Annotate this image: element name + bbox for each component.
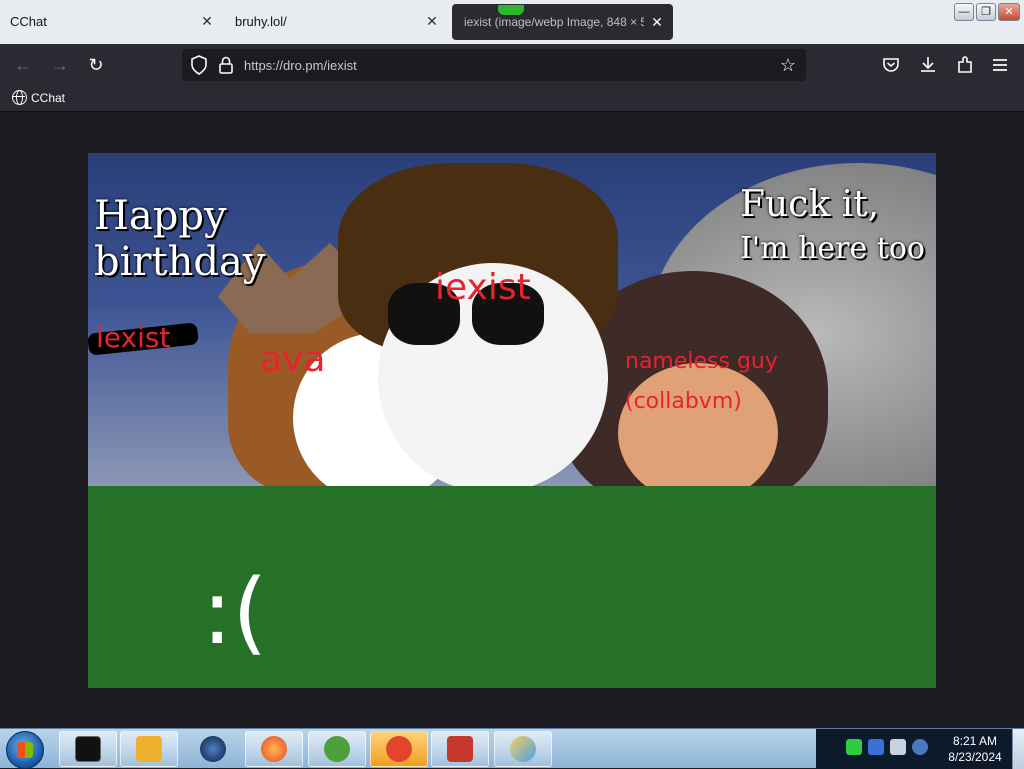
forward-arrow-icon[interactable]: → xyxy=(48,53,72,77)
monitor-icon[interactable] xyxy=(890,739,906,755)
extensions-icon[interactable] xyxy=(955,55,975,75)
tab-strip: CChat ✕ bruhy.lol/ ✕ iexist (image/webp … xyxy=(0,0,1024,44)
taskbar-film[interactable] xyxy=(308,731,366,767)
close-icon[interactable]: ✕ xyxy=(198,12,216,30)
label-ava: ava xyxy=(260,339,326,380)
globe-app-icon xyxy=(200,736,226,762)
happy-birthday-text: Happy birthday xyxy=(94,193,266,285)
close-window-button[interactable]: ✕ xyxy=(998,3,1020,21)
security-icon[interactable] xyxy=(868,739,884,755)
minimize-button[interactable]: — xyxy=(954,3,974,21)
taskbar-terminal[interactable] xyxy=(59,731,117,767)
label-iexist-side: iexist xyxy=(96,321,171,354)
speech-text: Fuck it, I'm here too xyxy=(740,184,925,266)
taskbar-firefox[interactable] xyxy=(245,731,303,767)
reload-icon[interactable]: ↻ xyxy=(84,53,108,77)
birthday-banner-image: Happy birthday Fuck it, I'm here too iex… xyxy=(88,153,936,486)
bookmark-label: CChat xyxy=(31,90,66,105)
media-icon xyxy=(498,5,524,15)
url-text[interactable]: https://dro.pm/iexist xyxy=(244,58,357,73)
tab-bruhy[interactable]: bruhy.lol/ ✕ xyxy=(225,0,447,44)
no-entry-icon xyxy=(386,736,412,762)
close-icon[interactable]: ✕ xyxy=(423,12,441,30)
toolbox-icon xyxy=(447,736,473,762)
close-icon[interactable]: ✕ xyxy=(648,13,666,31)
tab-cchat[interactable]: CChat ✕ xyxy=(0,0,222,44)
network-activity-icon[interactable] xyxy=(846,739,862,755)
star-icon[interactable]: ☆ xyxy=(776,53,800,77)
terminal-icon xyxy=(75,736,101,762)
download-icon[interactable] xyxy=(918,55,938,75)
clock[interactable]: 8:21 AM 8/23/2024 xyxy=(940,733,1010,765)
back-arrow-icon[interactable]: ← xyxy=(11,53,35,77)
page-content: Happy birthday Fuck it, I'm here too iex… xyxy=(0,112,1024,728)
globe-icon xyxy=(12,90,27,105)
tab-label: bruhy.lol/ xyxy=(235,14,287,29)
window-controls: — ❐ ✕ xyxy=(954,3,1020,21)
pocket-icon[interactable] xyxy=(881,55,901,75)
system-tray: 8:21 AM 8/23/2024 xyxy=(816,729,1024,769)
start-button[interactable] xyxy=(6,731,44,769)
paint-palette-icon xyxy=(510,736,536,762)
taskbar-toolbox[interactable] xyxy=(431,731,489,767)
navigation-toolbar: ← → ↻ https://dro.pm/iexist ☆ xyxy=(0,44,1024,86)
tab-label: CChat xyxy=(10,14,47,29)
taskbar-globe[interactable] xyxy=(184,731,242,767)
firefox-icon xyxy=(261,736,287,762)
taskbar-paint[interactable] xyxy=(494,731,552,767)
url-bar[interactable]: https://dro.pm/iexist ☆ xyxy=(182,49,806,81)
bookmark-cchat[interactable]: CChat xyxy=(12,90,65,105)
label-iexist: iexist xyxy=(435,267,531,308)
restore-button[interactable]: ❐ xyxy=(976,3,996,21)
taskbar-media[interactable] xyxy=(120,731,178,767)
tray-icons xyxy=(846,739,928,755)
taskbar: 8:21 AM 8/23/2024 xyxy=(0,728,1024,769)
menu-icon[interactable] xyxy=(990,55,1010,75)
bookmarks-toolbar: CChat xyxy=(0,86,1024,112)
green-panel: :( xyxy=(88,486,936,688)
media-player-icon xyxy=(136,736,162,762)
sad-face-text: :( xyxy=(202,560,268,665)
film-icon xyxy=(324,736,350,762)
tab-iexist-active[interactable]: iexist (image/webp Image, 848 × 535 pixe… xyxy=(452,4,673,40)
tab-label: iexist (image/webp Image, 848 × 535 pixe… xyxy=(464,15,644,29)
lock-icon[interactable] xyxy=(218,55,234,75)
volume-icon[interactable] xyxy=(912,739,928,755)
show-desktop-button[interactable] xyxy=(1012,729,1024,769)
label-nameless: nameless guy (collabvm) xyxy=(625,349,778,414)
shield-icon[interactable] xyxy=(190,55,208,75)
taskbar-app-orange[interactable] xyxy=(370,731,428,767)
